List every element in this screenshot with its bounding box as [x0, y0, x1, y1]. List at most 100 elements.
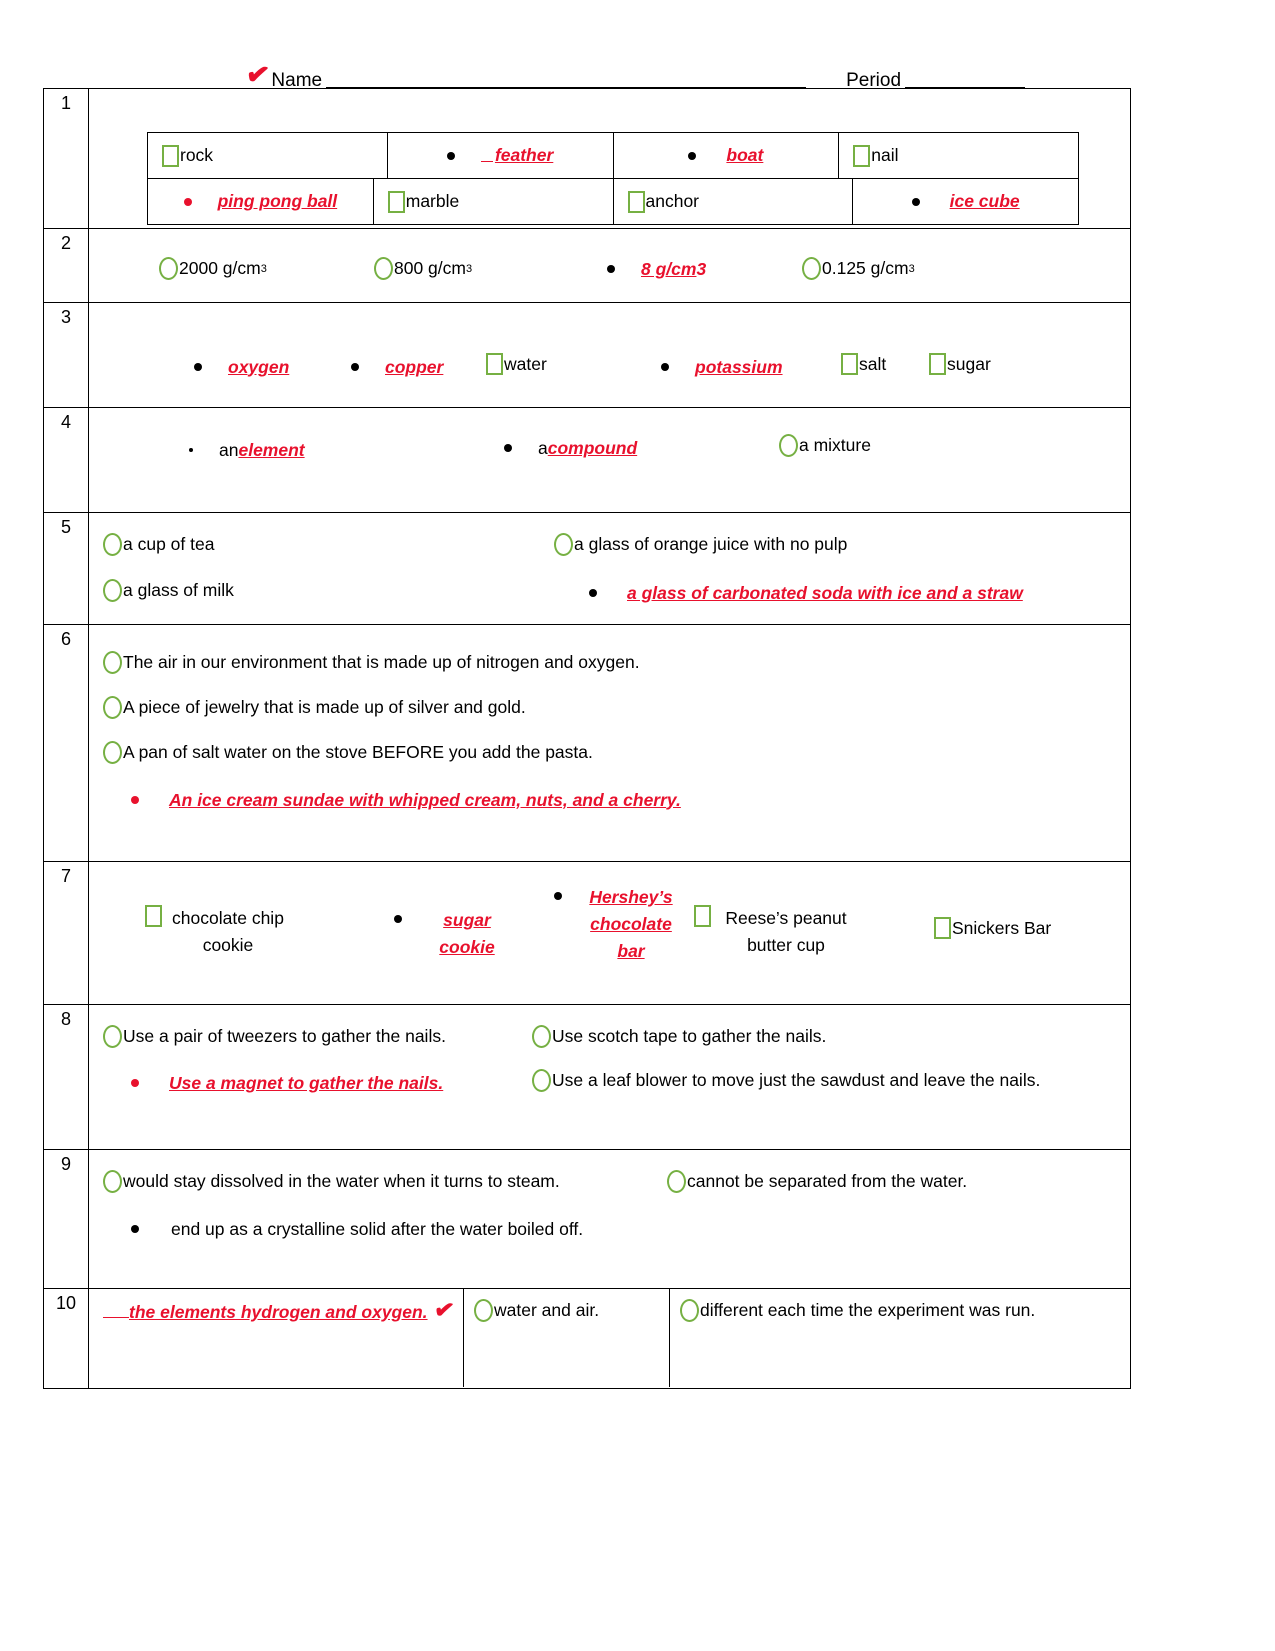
radio-unchecked-icon[interactable]	[802, 257, 821, 280]
option-800[interactable]: 800 g/cm 3	[374, 257, 472, 280]
option-cup-of-tea[interactable]: a cup of tea	[103, 533, 214, 556]
option-a-compound[interactable]: a compound	[504, 438, 637, 459]
option-label: anchor	[645, 191, 700, 211]
option-oxygen[interactable]: oxygen	[194, 357, 289, 378]
option-cell-ice-cube[interactable]: ice cube	[852, 179, 1078, 224]
option-salt-water-pan[interactable]: A pan of salt water on the stove BEFORE …	[103, 741, 593, 764]
checkbox-unchecked-icon[interactable]	[841, 353, 858, 375]
option-label: the elements hydrogen and oxygen.	[129, 1302, 428, 1322]
option-label: compound	[547, 437, 638, 458]
option-cell-hydrogen-oxygen[interactable]: the elements hydrogen and oxygen. ✔	[89, 1289, 463, 1387]
option-stay-dissolved[interactable]: would stay dissolved in the water when i…	[103, 1170, 560, 1193]
option-label: a glass of milk	[123, 580, 234, 600]
option-label: would stay dissolved in the water when i…	[123, 1171, 560, 1191]
option-label: feather	[494, 145, 554, 165]
radio-unchecked-icon[interactable]	[554, 533, 573, 556]
option-hersheys-chocolate-bar[interactable]: Hershey’s chocolate bar	[554, 884, 678, 965]
option-cell-rock[interactable]: rock	[148, 133, 387, 178]
option-label: Reese’s peanut butter cup	[725, 908, 847, 956]
radio-unchecked-icon[interactable]	[474, 1299, 493, 1322]
option-a-mixture[interactable]: a mixture	[779, 434, 871, 457]
option-2000[interactable]: 2000 g/cm 3	[159, 257, 267, 280]
radio-unchecked-icon[interactable]	[374, 257, 393, 280]
option-cell-boat[interactable]: boat	[612, 133, 839, 178]
checkbox-unchecked-icon[interactable]	[934, 917, 951, 939]
checkbox-unchecked-icon[interactable]	[694, 905, 711, 927]
option-reeses-peanut-butter-cup[interactable]: Reese’s peanut butter cup	[694, 905, 852, 959]
option-label: The air in our environment that is made …	[123, 652, 640, 672]
option-crystalline-solid[interactable]: end up as a crystalline solid after the …	[131, 1219, 583, 1240]
option-sugar-cookie[interactable]: sugar cookie	[394, 907, 506, 961]
question-number: 3	[44, 303, 89, 407]
option-label: different each time the experiment was r…	[700, 1300, 1036, 1320]
radio-unchecked-icon[interactable]	[103, 741, 122, 764]
radio-unchecked-icon[interactable]	[103, 651, 122, 674]
option-tweezers[interactable]: Use a pair of tweezers to gather the nai…	[103, 1025, 446, 1048]
option-sugar[interactable]: sugar	[929, 353, 991, 375]
option-cell-feather[interactable]: feather	[386, 133, 613, 178]
option-jewelry-silver-gold[interactable]: A piece of jewelry that is made up of si…	[103, 696, 526, 719]
option-an-element[interactable]: an element	[189, 440, 305, 461]
option-label: Use a leaf blower to move just the sawdu…	[552, 1070, 1041, 1090]
radio-unchecked-icon[interactable]	[779, 434, 798, 457]
option-salt[interactable]: salt	[841, 353, 886, 375]
question-row-9: 9 would stay dissolved in the water when…	[44, 1150, 1130, 1289]
option-copper[interactable]: copper	[351, 357, 443, 378]
checkbox-unchecked-icon[interactable]	[162, 144, 179, 167]
option-label: boat	[726, 145, 764, 165]
option-label: Use scotch tape to gather the nails.	[552, 1026, 827, 1046]
option-superscript: 3	[260, 262, 267, 275]
question-body: would stay dissolved in the water when i…	[89, 1150, 1130, 1288]
checkbox-unchecked-icon[interactable]	[145, 905, 162, 927]
radio-unchecked-icon[interactable]	[103, 1170, 122, 1193]
option-cell-marble[interactable]: marble	[372, 179, 613, 224]
option-leaf-blower[interactable]: Use a leaf blower to move just the sawdu…	[532, 1069, 1040, 1092]
option-label: ice cube	[949, 191, 1020, 211]
checkbox-unchecked-icon[interactable]	[929, 353, 946, 375]
radio-unchecked-icon[interactable]	[680, 1299, 699, 1322]
radio-unchecked-icon[interactable]	[103, 1025, 122, 1048]
question-number: 1	[44, 89, 89, 228]
option-label: oxygen	[228, 356, 290, 377]
checkbox-unchecked-icon[interactable]	[627, 190, 645, 213]
option-label: element	[238, 439, 305, 460]
option-carbonated-soda[interactable]: a glass of carbonated soda with ice and …	[589, 583, 1023, 604]
radio-unchecked-icon[interactable]	[159, 257, 178, 280]
radio-unchecked-icon[interactable]	[667, 1170, 686, 1193]
radio-unchecked-icon[interactable]	[103, 579, 122, 602]
option-label: Use a pair of tweezers to gather the nai…	[123, 1026, 446, 1046]
option-ice-cream-sundae[interactable]: An ice cream sundae with whipped cream, …	[131, 790, 681, 811]
option-cell-different-each-time[interactable]: different each time the experiment was r…	[669, 1289, 1130, 1387]
option-magnet[interactable]: Use a magnet to gather the nails.	[131, 1073, 443, 1094]
option-0125[interactable]: 0.125 g/cm 3	[802, 257, 915, 280]
option-cell-anchor[interactable]: anchor	[612, 179, 853, 224]
radio-unchecked-icon[interactable]	[103, 533, 122, 556]
radio-unchecked-icon[interactable]	[103, 696, 122, 719]
option-orange-juice[interactable]: a glass of orange juice with no pulp	[554, 533, 847, 556]
option-label: A piece of jewelry that is made up of si…	[123, 697, 526, 717]
checkbox-unchecked-icon[interactable]	[486, 353, 503, 375]
bullet-selected-icon	[131, 796, 139, 804]
option-cell-nail[interactable]: nail	[838, 133, 1078, 178]
option-cell-ping-pong-ball[interactable]: ping pong ball	[148, 179, 373, 224]
option-glass-of-milk[interactable]: a glass of milk	[103, 579, 234, 602]
option-scotch-tape[interactable]: Use scotch tape to gather the nails.	[532, 1025, 826, 1048]
question-number: 7	[44, 862, 89, 1004]
option-cell-water-and-air[interactable]: water and air.	[463, 1289, 669, 1387]
page-header: ✔ Name Period	[0, 52, 1275, 92]
bullet-selected-icon	[607, 265, 615, 273]
checkbox-unchecked-icon[interactable]	[853, 144, 871, 167]
option-chocolate-chip-cookie[interactable]: chocolate chip cookie	[145, 905, 293, 959]
option-label: water and air.	[494, 1300, 600, 1320]
checkbox-unchecked-icon[interactable]	[387, 190, 405, 213]
option-superscript: 3	[908, 262, 915, 275]
option-cannot-be-separated[interactable]: cannot be separated from the water.	[667, 1170, 967, 1193]
bullet-selected-icon	[911, 197, 920, 206]
option-water[interactable]: water	[486, 353, 547, 375]
radio-unchecked-icon[interactable]	[532, 1069, 551, 1092]
radio-unchecked-icon[interactable]	[532, 1025, 551, 1048]
option-potassium[interactable]: potassium	[661, 357, 783, 378]
option-snickers-bar[interactable]: Snickers Bar	[934, 917, 1051, 939]
option-air-nitrogen-oxygen[interactable]: The air in our environment that is made …	[103, 651, 640, 674]
option-8[interactable]: 8 g/cm 3	[607, 259, 706, 280]
